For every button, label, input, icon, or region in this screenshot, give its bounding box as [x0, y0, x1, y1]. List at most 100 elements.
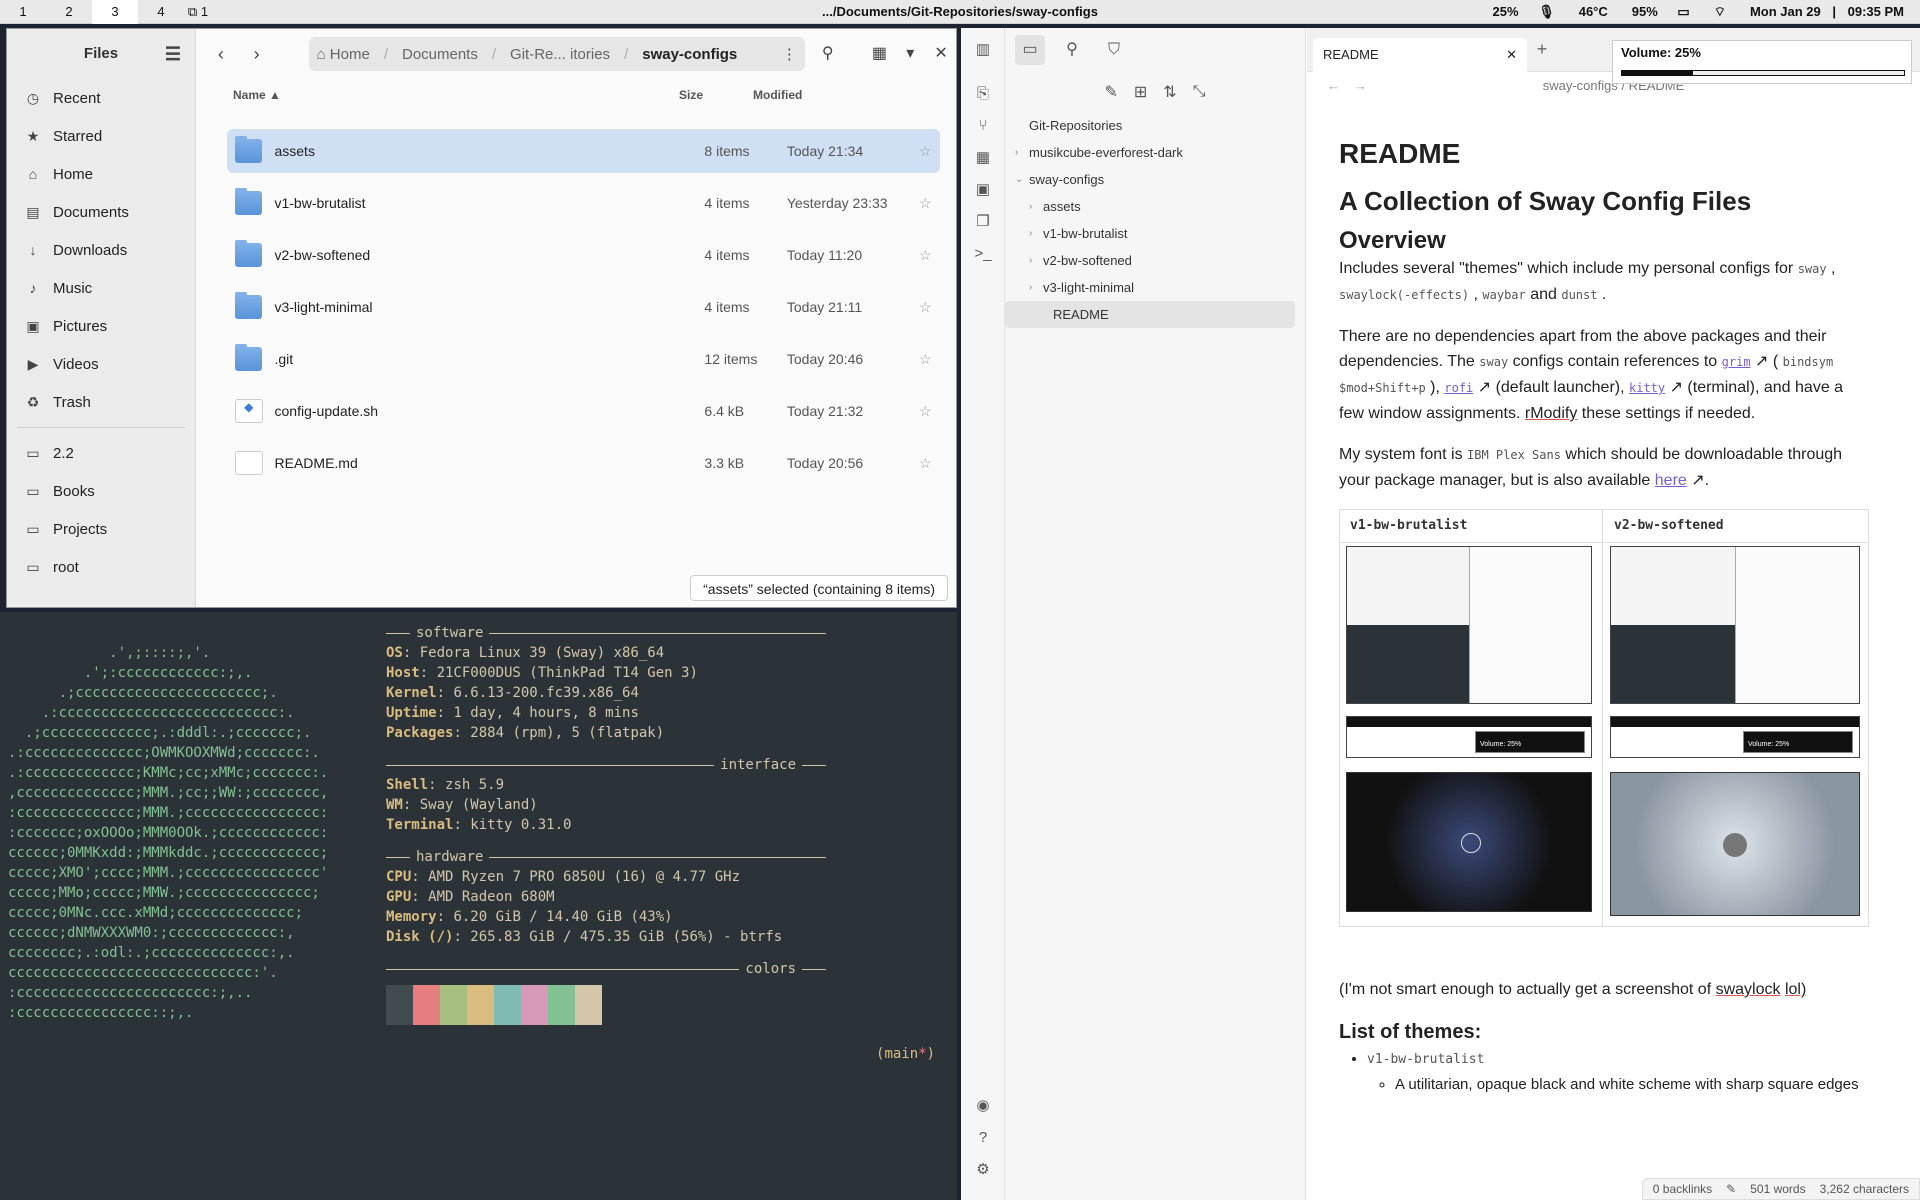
- search-icon[interactable]: ⚲: [1057, 35, 1087, 65]
- screenshot-v1[interactable]: [1346, 546, 1592, 704]
- column-size[interactable]: Size: [679, 88, 753, 102]
- sidebar-item-documents[interactable]: ▤ Documents: [7, 193, 195, 231]
- file-row[interactable]: ◆ config-update.sh 6.4 kB Today 21:32 ☆: [227, 389, 940, 433]
- lockscreen-v2[interactable]: [1610, 772, 1860, 916]
- sidebar-item-starred[interactable]: ★ Starred: [7, 117, 195, 155]
- grid-view-icon[interactable]: ▦: [865, 39, 895, 69]
- sidebar-item-videos[interactable]: ▶ Videos: [7, 345, 195, 383]
- sidebar-item-pictures[interactable]: ▣ Pictures: [7, 307, 195, 345]
- file-row[interactable]: README.md 3.3 kB Today 20:56 ☆: [227, 441, 940, 485]
- bookmark-books[interactable]: ▭ Books: [7, 472, 195, 510]
- new-folder-icon[interactable]: ⊞: [1134, 82, 1147, 102]
- terminal-window[interactable]: .',;::::;,'. .';:cccccccccccc:;,. .;cccc…: [0, 612, 957, 1200]
- sidebar-item-downloads[interactable]: ↓ Downloads: [7, 231, 195, 269]
- chevron-icon[interactable]: ›: [1029, 201, 1043, 212]
- screenshot-bar-v1[interactable]: Volume: 25%: [1346, 716, 1592, 758]
- hamburger-menu-icon[interactable]: ☰: [165, 29, 181, 79]
- workspace-3[interactable]: 3: [92, 0, 138, 24]
- settings-gear-icon[interactable]: ⚙: [961, 1154, 1005, 1186]
- tree-item[interactable]: README: [1005, 301, 1295, 328]
- file-row[interactable]: v2-bw-softened 4 items Today 11:20 ☆: [227, 233, 940, 277]
- volume-status[interactable]: 25% 🎙: [1477, 0, 1571, 24]
- tree-item[interactable]: › v2-bw-softened: [1005, 247, 1305, 274]
- sort-icon[interactable]: ⇅: [1163, 82, 1176, 102]
- view-options-icon[interactable]: ▾: [902, 39, 918, 69]
- star-icon[interactable]: ☆: [911, 351, 940, 368]
- home-icon: ⌂: [316, 45, 326, 63]
- chevron-icon[interactable]: ⌄: [1015, 174, 1029, 185]
- folder-icon: [235, 344, 263, 371]
- sidebar-item-recent[interactable]: ◷ Recent: [7, 79, 195, 117]
- edit-icon[interactable]: ✎: [1726, 1182, 1736, 1196]
- link-rofi[interactable]: rofi: [1444, 381, 1473, 395]
- path-menu-icon[interactable]: ⋮: [782, 45, 797, 63]
- path-home[interactable]: ⌂ Home: [317, 46, 370, 63]
- calendar-icon[interactable]: ▣: [961, 174, 1005, 206]
- help-icon[interactable]: ?: [961, 1122, 1005, 1154]
- sidebar-item-home[interactable]: ⌂ Home: [7, 155, 195, 193]
- link-here[interactable]: here: [1655, 472, 1687, 489]
- tree-root[interactable]: Git-Repositories: [1005, 112, 1305, 139]
- forward-button[interactable]: ›: [243, 40, 271, 68]
- info-row: Uptime: 1 day, 4 hours, 8 mins: [386, 705, 639, 721]
- path-git-repositories[interactable]: Git-Re... itories: [510, 46, 610, 63]
- chevron-icon[interactable]: ›: [1029, 282, 1043, 293]
- folder-icon[interactable]: ▭: [1015, 35, 1045, 65]
- file-row[interactable]: .git 12 items Today 20:46 ☆: [227, 337, 940, 381]
- screenshot-bar-v2[interactable]: Volume: 25%: [1610, 716, 1860, 758]
- chevron-icon[interactable]: ›: [1015, 147, 1029, 158]
- link-grim[interactable]: grim: [1722, 355, 1751, 369]
- templates-icon[interactable]: ❐: [961, 206, 1005, 238]
- quick-switch-icon[interactable]: ⎘: [961, 78, 1005, 110]
- file-row[interactable]: v1-bw-brutalist 4 items Yesterday 23:33 ☆: [227, 181, 940, 225]
- bookmark-root[interactable]: ▭ root: [7, 548, 195, 586]
- link-kitty[interactable]: kitty: [1629, 381, 1665, 395]
- path-bar[interactable]: ⌂ Home / Documents / Git-Re... itories /…: [308, 37, 805, 71]
- collapse-all-icon[interactable]: ⤡: [1193, 83, 1206, 101]
- tree-item[interactable]: › v1-bw-brutalist: [1005, 220, 1305, 247]
- tab-readme[interactable]: README ✕: [1313, 37, 1527, 72]
- wifi-icon[interactable]: ⌔: [1706, 0, 1734, 24]
- star-icon[interactable]: ☆: [911, 455, 940, 472]
- search-icon[interactable]: ⚲: [813, 39, 843, 69]
- star-icon[interactable]: ☆: [911, 195, 940, 212]
- new-tab-icon[interactable]: +: [1527, 39, 1557, 60]
- path-current[interactable]: sway-configs: [642, 46, 737, 63]
- column-modified[interactable]: Modified: [753, 88, 802, 102]
- back-button[interactable]: ‹: [207, 40, 235, 68]
- document-icon: ▤: [26, 203, 40, 220]
- sidebar-toggle-icon[interactable]: ▥: [961, 34, 1005, 66]
- file-row[interactable]: assets 8 items Today 21:34 ☆: [227, 129, 940, 173]
- bookmark-icon[interactable]: ⛉: [1099, 35, 1129, 65]
- column-name[interactable]: Name ▲: [233, 88, 679, 102]
- workspace-2[interactable]: 2: [46, 0, 92, 24]
- graph-icon[interactable]: ⑂: [961, 110, 1005, 142]
- tree-item[interactable]: › v3-light-minimal: [1005, 274, 1305, 301]
- scratchpad-indicator[interactable]: ⧉ 1: [178, 0, 218, 24]
- workspace-1[interactable]: 1: [0, 0, 46, 24]
- sidebar-item-trash[interactable]: ♻ Trash: [7, 383, 195, 421]
- vault-icon[interactable]: ◉: [961, 1090, 1005, 1122]
- bookmark-2-2[interactable]: ▭ 2.2: [7, 434, 195, 472]
- file-row[interactable]: v3-light-minimal 4 items Today 21:11 ☆: [227, 285, 940, 329]
- star-icon[interactable]: ☆: [911, 247, 940, 264]
- close-tab-icon[interactable]: ✕: [1506, 47, 1517, 63]
- chevron-icon[interactable]: ›: [1029, 255, 1043, 266]
- tree-item[interactable]: › musikcube-everforest-dark: [1005, 139, 1305, 166]
- star-icon[interactable]: ☆: [911, 403, 940, 420]
- new-note-icon[interactable]: ✎: [1104, 82, 1117, 102]
- star-icon[interactable]: ☆: [911, 299, 940, 316]
- terminal-icon[interactable]: >_: [961, 238, 1005, 270]
- close-icon[interactable]: ✕: [926, 39, 956, 69]
- bookmark-projects[interactable]: ▭ Projects: [7, 510, 195, 548]
- tree-item[interactable]: ⌄ sway-configs: [1005, 166, 1305, 193]
- star-icon[interactable]: ☆: [911, 143, 940, 160]
- screenshot-v2[interactable]: [1610, 546, 1860, 704]
- path-documents[interactable]: Documents: [402, 46, 478, 63]
- tree-item[interactable]: › assets: [1005, 193, 1305, 220]
- chevron-icon[interactable]: ›: [1029, 228, 1043, 239]
- sidebar-item-music[interactable]: ♪ Music: [7, 269, 195, 307]
- backlinks-count[interactable]: 0 backlinks: [1653, 1182, 1712, 1196]
- lockscreen-v1[interactable]: [1346, 772, 1592, 912]
- canvas-icon[interactable]: ▦: [961, 142, 1005, 174]
